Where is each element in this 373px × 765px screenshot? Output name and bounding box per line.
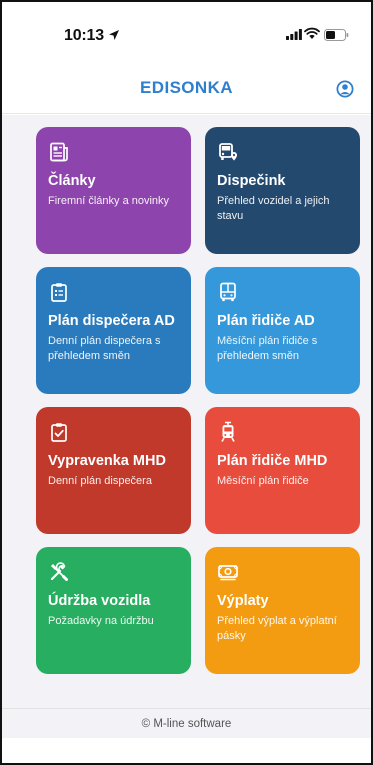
battery-icon: [324, 29, 349, 41]
tools-icon: [50, 562, 68, 581]
card-title: Plán dispečera AD: [48, 313, 175, 329]
home-indicator-area: [2, 738, 371, 763]
app-header: EDISONKA: [2, 64, 371, 114]
card-vyplaty[interactable]: Výplaty Přehled výplat a výplatní pásky: [205, 547, 360, 674]
card-plan-ridice-ad[interactable]: Plán řidiče AD Měsíční plán řidiče s pře…: [205, 267, 360, 394]
card-description: Denní plán dispečera s přehledem směn: [48, 335, 161, 362]
bus-icon: [220, 282, 236, 302]
card-description: Denní plán dispečera: [48, 475, 152, 487]
money-icon: [218, 565, 238, 581]
tram-icon: [221, 421, 235, 442]
card-plan-dispecera-ad[interactable]: Plán dispečera AD Denní plán dispečera s…: [36, 267, 191, 394]
location-arrow-icon: [109, 30, 119, 40]
clipboard-check-icon: [51, 423, 67, 442]
card-title: Vypravenka MHD: [48, 453, 166, 469]
card-description: Měsíční plán řidiče: [217, 475, 309, 487]
status-bar: 10:13: [2, 2, 371, 64]
card-title: Dispečink: [217, 173, 286, 189]
card-title: Články: [48, 173, 96, 189]
card-description: Firemní články a novinky: [48, 195, 170, 207]
clipboard-list-icon: [51, 283, 67, 302]
card-description: Měsíční plán řidiče s přehledem směn: [217, 335, 318, 362]
card-title: Plán řidiče MHD: [217, 453, 328, 469]
app-footer: © M-line software: [2, 708, 371, 738]
user-circle-icon[interactable]: [334, 78, 356, 100]
card-title: Údržba vozidla: [48, 593, 151, 609]
card-description: Požadavky na údržbu: [48, 615, 154, 627]
copyright-text: © M-line software: [141, 718, 232, 730]
app-title: EDISONKA: [140, 78, 233, 97]
bus-location-icon: [219, 143, 237, 161]
wifi-icon: [304, 27, 320, 39]
card-title: Plán řidiče AD: [217, 313, 315, 329]
cellular-signal-icon: [286, 29, 302, 40]
card-description: Přehled vozidel a jejich stavu: [217, 195, 330, 222]
card-title: Výplaty: [217, 593, 269, 609]
dashboard-grid: Články Firemní články a novinky Dispečin…: [2, 115, 371, 708]
app-frame: 10:13 EDISONKA Články Firemní články a n…: [0, 0, 373, 765]
card-vypravenka-mhd[interactable]: Vypravenka MHD Denní plán dispečera: [36, 407, 191, 534]
card-udrzba-vozidla[interactable]: Údržba vozidla Požadavky na údržbu: [36, 547, 191, 674]
card-plan-ridice-mhd[interactable]: Plán řidiče MHD Měsíční plán řidiče: [205, 407, 360, 534]
status-time: 10:13: [64, 27, 104, 44]
card-description: Přehled výplat a výplatní pásky: [217, 615, 337, 642]
card-dispecink[interactable]: Dispečink Přehled vozidel a jejich stavu: [205, 127, 360, 254]
newspaper-icon: [50, 142, 68, 162]
card-clanky[interactable]: Články Firemní články a novinky: [36, 127, 191, 254]
